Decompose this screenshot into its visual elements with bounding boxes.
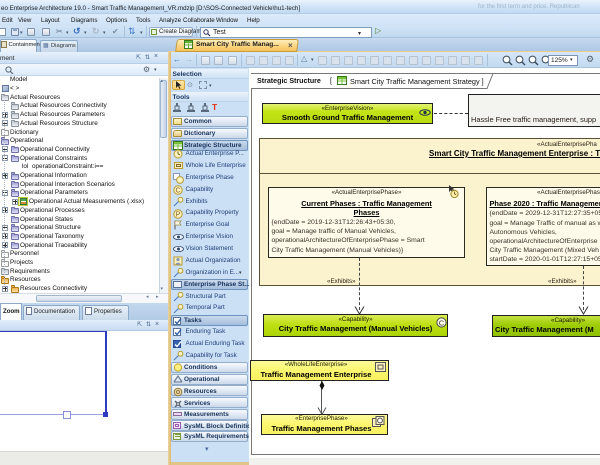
svg-text:P: P bbox=[176, 211, 181, 218]
svg-text:C: C bbox=[439, 318, 445, 327]
svg-text:C: C bbox=[175, 187, 180, 194]
